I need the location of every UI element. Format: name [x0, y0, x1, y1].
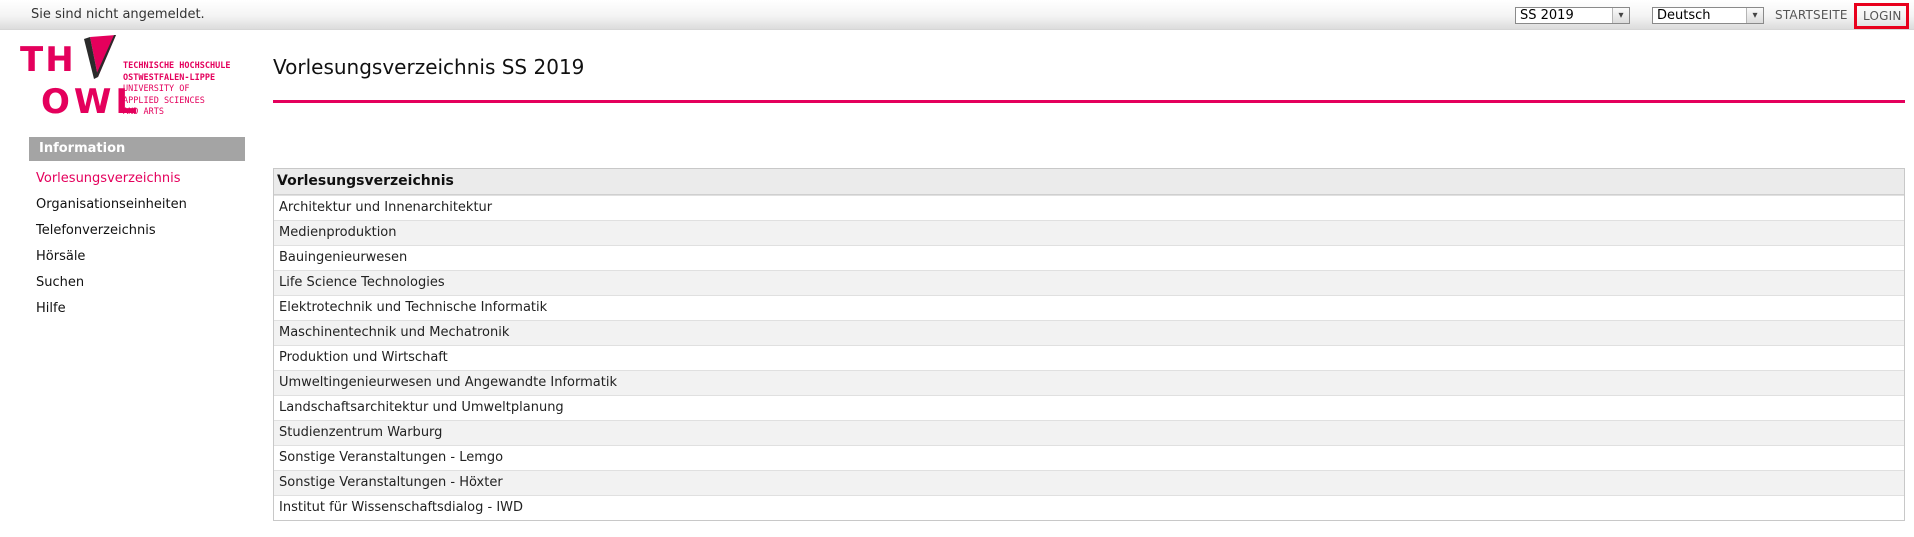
sidebar-header: Information	[29, 137, 245, 161]
top-bar: Sie sind nicht angemeldet. SS 2019 ▾ Deu…	[0, 0, 1914, 30]
chevron-down-icon[interactable]: ▾	[1746, 8, 1763, 23]
table-row[interactable]: Umweltingenieurwesen und Angewandte Info…	[274, 370, 1904, 395]
table-row[interactable]: Institut für Wissenschaftsdialog - IWD	[274, 495, 1904, 520]
table-row[interactable]: Landschaftsarchitektur und Umweltplanung	[274, 395, 1904, 420]
table-row[interactable]: Maschinentechnik und Mechatronik	[274, 320, 1904, 345]
table-row[interactable]: Elektrotechnik und Technische Informatik	[274, 295, 1904, 320]
th-owl-logo[interactable]: TH OWL TECHNISCHE HOCHSCHULE OSTWESTFALE…	[20, 33, 245, 123]
sidebar-item-vorlesungsverzeichnis[interactable]: Vorlesungsverzeichnis	[36, 168, 187, 194]
chevron-down-icon[interactable]: ▾	[1612, 8, 1629, 23]
sidebar-nav: Vorlesungsverzeichnis Organisationseinhe…	[36, 168, 187, 324]
table-header: Vorlesungsverzeichnis	[274, 169, 1904, 195]
table-row[interactable]: Life Science Technologies	[274, 270, 1904, 295]
login-link[interactable]: LOGIN	[1854, 3, 1909, 29]
table-row[interactable]: Architektur und Innenarchitektur	[274, 195, 1904, 220]
login-status-text: Sie sind nicht angemeldet.	[31, 7, 205, 22]
title-divider	[273, 100, 1905, 103]
logo-line: OSTWESTFALEN-LIPPE	[123, 72, 216, 83]
logo-line: APPLIED SCIENCES	[123, 95, 205, 106]
sidebar-item-hilfe[interactable]: Hilfe	[36, 298, 187, 324]
table-row[interactable]: Sonstige Veranstaltungen - Lemgo	[274, 445, 1904, 470]
table-row[interactable]: Produktion und Wirtschaft	[274, 345, 1904, 370]
logo-line: AND ARTS	[123, 107, 164, 117]
sidebar-item-organisationseinheiten[interactable]: Organisationseinheiten	[36, 194, 187, 220]
table-row[interactable]: Sonstige Veranstaltungen - Höxter	[274, 470, 1904, 495]
home-link[interactable]: STARTSEITE	[1775, 8, 1848, 22]
language-select[interactable]: Deutsch ▾	[1652, 7, 1764, 24]
sidebar-item-suchen[interactable]: Suchen	[36, 272, 187, 298]
logo-triangle-icon	[84, 35, 116, 79]
course-catalog-table: Vorlesungsverzeichnis Architektur und In…	[273, 168, 1905, 521]
table-row[interactable]: Studienzentrum Warburg	[274, 420, 1904, 445]
semester-select[interactable]: SS 2019 ▾	[1515, 7, 1630, 24]
sidebar-item-hoersaele[interactable]: Hörsäle	[36, 246, 187, 272]
logo-line: UNIVERSITY OF	[123, 84, 190, 94]
table-row[interactable]: Medienproduktion	[274, 220, 1904, 245]
table-row[interactable]: Bauingenieurwesen	[274, 245, 1904, 270]
language-select-value: Deutsch	[1657, 8, 1711, 23]
semester-select-value: SS 2019	[1520, 8, 1574, 23]
logo-line: TECHNISCHE HOCHSCHULE	[123, 61, 231, 71]
sidebar-item-telefonverzeichnis[interactable]: Telefonverzeichnis	[36, 220, 187, 246]
page-title: Vorlesungsverzeichnis SS 2019	[273, 55, 585, 79]
logo-text-lines: TECHNISCHE HOCHSCHULE OSTWESTFALEN-LIPPE…	[123, 61, 230, 119]
